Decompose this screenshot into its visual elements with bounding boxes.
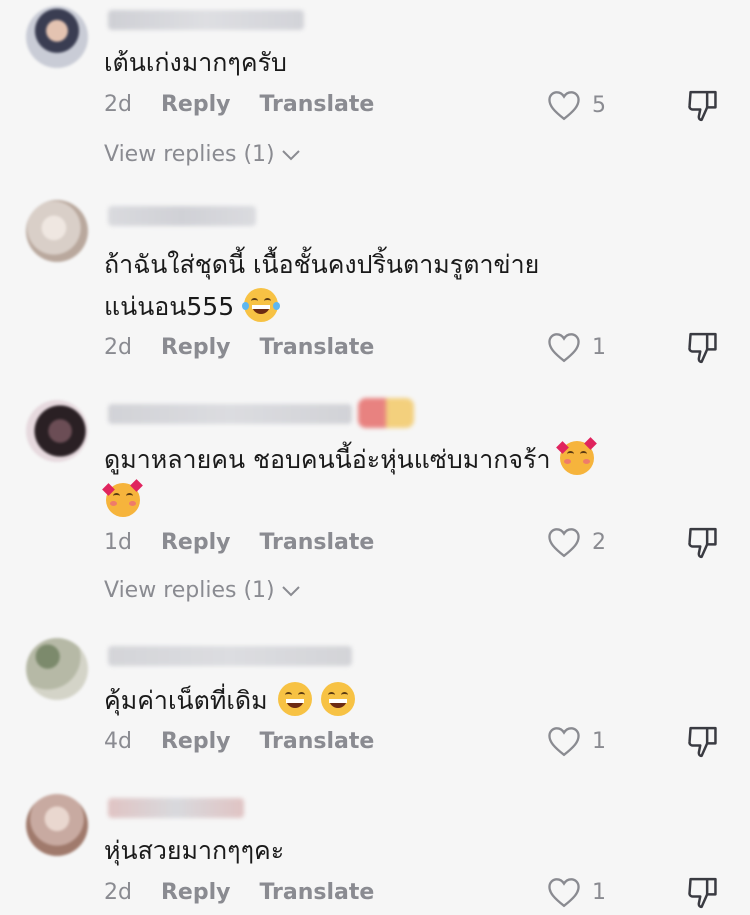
comment-text-line1: ดูมาหลายคน ชอบคนนี้อ่ะหุ่นแซ่บมากจร้า — [104, 437, 598, 482]
thumbs-down-icon — [688, 332, 717, 364]
translate-button[interactable]: Translate — [259, 92, 374, 117]
like-count: 1 — [592, 879, 606, 905]
avatar[interactable] — [26, 6, 88, 68]
like-button[interactable]: 1 — [546, 331, 606, 363]
comment-text-label: คุ้มค่าเน็ตที่เดิม — [104, 686, 268, 715]
reply-button[interactable]: Reply — [161, 530, 231, 555]
avatar[interactable] — [26, 400, 88, 462]
like-button[interactable]: 1 — [546, 725, 606, 757]
view-replies-button[interactable]: View replies (1) — [104, 578, 301, 603]
username-redacted[interactable] — [108, 10, 304, 30]
grinning-emoji-icon — [277, 682, 312, 716]
comment-time: 2d — [104, 880, 132, 905]
reply-button[interactable]: Reply — [161, 729, 231, 754]
avatar[interactable] — [26, 638, 88, 700]
dislike-button[interactable] — [686, 875, 720, 915]
dislike-button[interactable] — [686, 525, 720, 565]
comment-time: 4d — [104, 729, 132, 754]
like-count: 5 — [592, 92, 606, 118]
comment-time: 1d — [104, 530, 132, 555]
comment-text-line2 — [102, 479, 143, 524]
comment-time: 2d — [104, 335, 132, 360]
comment-meta: 2d Reply Translate — [104, 335, 396, 360]
like-button[interactable]: 5 — [546, 89, 606, 121]
username-redacted[interactable] — [108, 646, 352, 666]
comment-text-line1: ถ้าฉันใส่ชุดนี้ เนื้อชั้นคงปริ้นตามรูตาข… — [104, 250, 540, 279]
reply-button[interactable]: Reply — [161, 880, 231, 905]
view-replies-label: View replies (1) — [104, 142, 275, 167]
comment-text-line2: แน่นอน555 — [104, 285, 281, 329]
heart-outline-icon — [548, 528, 580, 558]
thumbs-down-icon — [688, 877, 717, 909]
translate-button[interactable]: Translate — [259, 335, 374, 360]
grinning-emoji-icon — [321, 682, 356, 716]
username-emoji-decor — [358, 398, 414, 428]
like-count: 1 — [592, 728, 606, 754]
comment-text: เต้นเก่งมากๆครับ — [104, 48, 287, 77]
reply-button[interactable]: Reply — [161, 335, 231, 360]
laughing-tears-emoji-icon — [242, 288, 281, 322]
comment-meta: 4d Reply Translate — [104, 729, 396, 754]
comment-meta: 2d Reply Translate — [104, 880, 396, 905]
thumbs-down-icon — [688, 726, 717, 758]
chevron-down-icon — [281, 149, 300, 160]
heart-outline-icon — [548, 727, 580, 757]
like-button[interactable]: 2 — [546, 526, 606, 558]
translate-button[interactable]: Translate — [259, 729, 374, 754]
comment-text-line2-label: แน่นอน555 — [104, 292, 235, 321]
avatar[interactable] — [26, 200, 88, 262]
like-button[interactable]: 1 — [546, 876, 606, 908]
thumbs-down-icon — [688, 90, 717, 122]
comment-meta: 1d Reply Translate — [104, 530, 396, 555]
translate-button[interactable]: Translate — [259, 880, 374, 905]
heart-outline-icon — [548, 91, 580, 121]
chevron-down-icon — [281, 585, 300, 596]
comment-text: คุ้มค่าเน็ตที่เดิม — [104, 679, 356, 723]
comment-meta: 2d Reply Translate — [104, 92, 396, 117]
avatar[interactable] — [26, 794, 88, 856]
comment-text: หุ่นสวยมากๆๆคะ — [104, 836, 285, 865]
thumbs-down-icon — [688, 527, 717, 559]
view-replies-label: View replies (1) — [104, 578, 275, 603]
reply-button[interactable]: Reply — [161, 92, 231, 117]
comment-text-line1-label: ดูมาหลายคน ชอบคนนี้อ่ะหุ่นแซ่บมากจร้า — [104, 445, 551, 474]
heart-outline-icon — [548, 878, 580, 908]
smiling-hearts-emoji-icon — [102, 479, 143, 517]
dislike-button[interactable] — [686, 88, 720, 128]
like-count: 1 — [592, 334, 606, 360]
like-count: 2 — [592, 529, 606, 555]
dislike-button[interactable] — [686, 724, 720, 764]
heart-outline-icon — [548, 333, 580, 363]
username-redacted[interactable] — [108, 798, 244, 818]
username-redacted[interactable] — [108, 206, 256, 226]
username-redacted[interactable] — [108, 404, 352, 424]
comment-time: 2d — [104, 92, 132, 117]
translate-button[interactable]: Translate — [259, 530, 374, 555]
view-replies-button[interactable]: View replies (1) — [104, 142, 301, 167]
smiling-hearts-emoji-icon — [556, 437, 598, 475]
dislike-button[interactable] — [686, 330, 720, 370]
